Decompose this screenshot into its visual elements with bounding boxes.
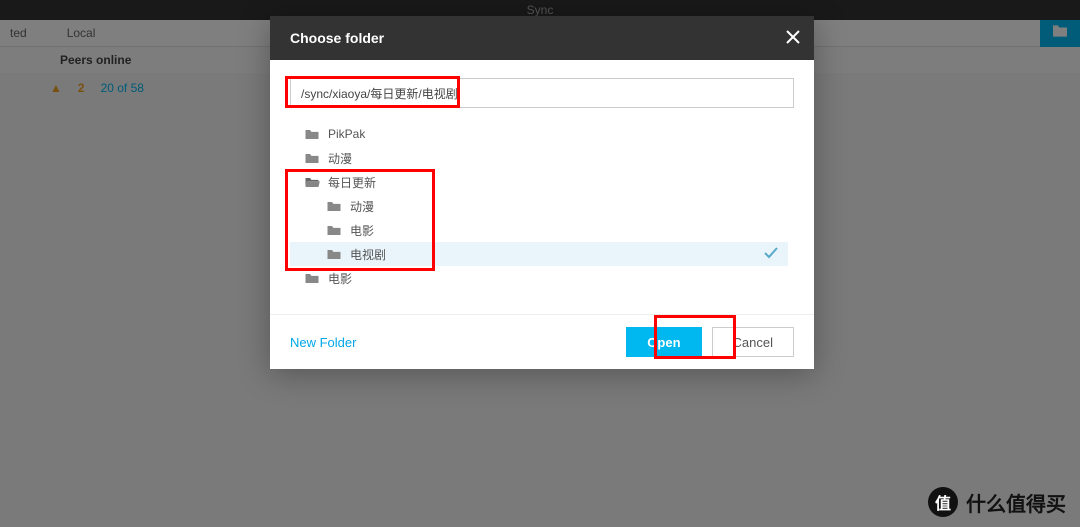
choose-folder-modal: Choose folder PikPak动漫每日更新动漫电影电视剧电影 New …	[270, 16, 814, 369]
close-icon	[786, 31, 800, 47]
tree-item-label: 每日更新	[328, 174, 376, 191]
folder-path-input[interactable]	[290, 78, 794, 108]
folder-icon	[326, 248, 342, 261]
cancel-button[interactable]: Cancel	[712, 327, 794, 357]
open-button[interactable]: Open	[626, 327, 701, 357]
tree-item-label: PikPak	[328, 127, 365, 141]
new-folder-link[interactable]: New Folder	[290, 335, 356, 350]
tree-item-label: 动漫	[350, 198, 374, 215]
folder-icon	[304, 128, 320, 141]
modal-title: Choose folder	[290, 30, 384, 46]
folder-icon	[304, 152, 320, 165]
tree-item[interactable]: PikPak	[290, 122, 788, 146]
tree-item[interactable]: 每日更新	[290, 170, 788, 194]
folder-icon	[326, 200, 342, 213]
check-icon	[764, 246, 778, 263]
tree-item-label: 动漫	[328, 150, 352, 167]
tree-item[interactable]: 电视剧	[290, 242, 788, 266]
folder-open-icon	[304, 176, 320, 189]
tree-item[interactable]: 电影	[290, 218, 788, 242]
modal-body: PikPak动漫每日更新动漫电影电视剧电影	[270, 60, 814, 314]
folder-tree-container: PikPak动漫每日更新动漫电影电视剧电影	[290, 122, 794, 304]
folder-icon	[304, 272, 320, 285]
tree-item[interactable]: 动漫	[290, 194, 788, 218]
tree-item-label: 电视剧	[350, 246, 386, 263]
tree-item-label: 电影	[350, 222, 374, 239]
modal-footer: New Folder Open Cancel	[270, 314, 814, 369]
close-button[interactable]	[786, 30, 800, 46]
tree-item[interactable]: 动漫	[290, 146, 788, 170]
watermark-text: 什么值得买	[966, 488, 1066, 517]
folder-icon	[326, 224, 342, 237]
watermark-badge: 值	[928, 487, 958, 517]
modal-header: Choose folder	[270, 16, 814, 60]
watermark: 值 什么值得买	[928, 487, 1066, 517]
folder-tree[interactable]: PikPak动漫每日更新动漫电影电视剧电影	[290, 122, 794, 304]
tree-item[interactable]: 电影	[290, 266, 788, 290]
tree-item-label: 电影	[328, 270, 352, 287]
